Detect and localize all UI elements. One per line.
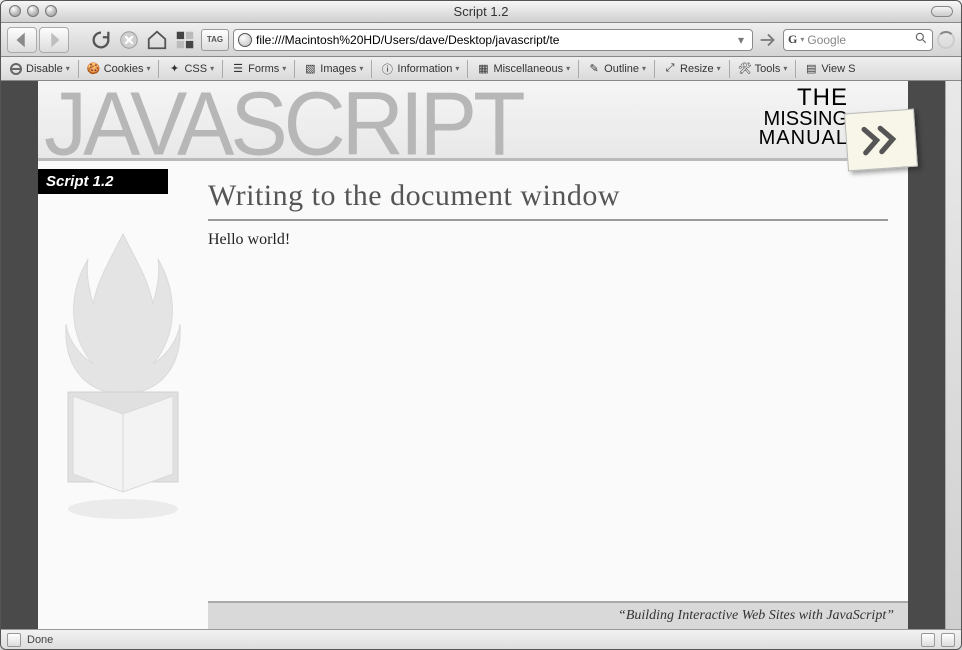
- devbar-disable[interactable]: Disable▾: [5, 58, 74, 80]
- page-viewport: JAVASCRIPT THE MISSING MANUAL: [1, 81, 945, 629]
- tiles-icon[interactable]: [173, 28, 197, 52]
- back-button[interactable]: [7, 27, 37, 53]
- forms-icon: ☰: [231, 62, 245, 76]
- footer-text: “Building Interactive Web Sites with Jav…: [618, 608, 894, 624]
- status-right-icon-1[interactable]: [921, 633, 935, 647]
- page-banner: JAVASCRIPT THE MISSING MANUAL: [38, 81, 908, 161]
- forward-button[interactable]: [39, 27, 69, 53]
- misc-icon: ▦: [476, 62, 490, 76]
- devbar-miscellaneous[interactable]: ▦ Miscellaneous▾: [472, 58, 574, 80]
- search-bar[interactable]: G ▾ Google: [783, 29, 933, 51]
- search-placeholder: Google: [807, 33, 846, 47]
- stop-button[interactable]: [117, 28, 141, 52]
- page-body-text: Hello world!: [208, 231, 888, 249]
- search-icon[interactable]: [914, 31, 928, 48]
- home-button[interactable]: [145, 28, 169, 52]
- devbar-cookies[interactable]: 🍪 Cookies▾: [83, 58, 155, 80]
- cookies-icon: 🍪: [87, 62, 101, 76]
- devbar-outline[interactable]: ✎ Outline▾: [583, 58, 650, 80]
- google-g-icon: G: [788, 32, 797, 47]
- view-source-icon: ▤: [804, 62, 818, 76]
- traffic-lights: [9, 5, 57, 17]
- window-titlebar: Script 1.2: [1, 1, 961, 23]
- tag-button[interactable]: TAG: [201, 29, 229, 51]
- devbar-resize[interactable]: ⤢ Resize▾: [659, 58, 725, 80]
- reload-button[interactable]: [89, 28, 113, 52]
- devbar-tools[interactable]: 🛠 Tools▾: [734, 58, 792, 80]
- main-column: Writing to the document window Hello wor…: [208, 161, 908, 601]
- info-icon: ⓘ: [380, 62, 394, 76]
- images-icon: ▧: [303, 62, 317, 76]
- outline-icon: ✎: [587, 62, 601, 76]
- page-heading: Writing to the document window: [208, 179, 888, 221]
- globe-icon: [238, 33, 252, 47]
- devbar-css[interactable]: ✦ CSS▾: [163, 58, 218, 80]
- nav-buttons: [7, 27, 69, 53]
- minimize-dot[interactable]: [27, 5, 39, 17]
- resize-icon: ⤢: [663, 62, 677, 76]
- css-icon: ✦: [167, 62, 181, 76]
- status-bar: Done: [1, 629, 961, 649]
- go-button[interactable]: [757, 29, 779, 51]
- left-sidebar: Script 1.2: [38, 161, 208, 601]
- page-footer: “Building Interactive Web Sites with Jav…: [208, 601, 908, 629]
- book-fire-illustration: [38, 224, 208, 527]
- tools-icon: 🛠: [738, 62, 752, 76]
- search-engine-dropdown-icon[interactable]: ▾: [800, 35, 804, 44]
- url-text: file:///Macintosh%20HD/Users/dave/Deskto…: [256, 33, 730, 47]
- sticky-note-button[interactable]: [844, 109, 918, 172]
- page-content: JAVASCRIPT THE MISSING MANUAL: [38, 81, 908, 629]
- url-bar[interactable]: file:///Macintosh%20HD/Users/dave/Deskto…: [233, 29, 753, 51]
- close-dot[interactable]: [9, 5, 21, 17]
- status-text: Done: [27, 634, 53, 646]
- missing-manual-label: THE MISSING MANUAL: [759, 87, 848, 148]
- vertical-scrollbar[interactable]: [945, 81, 961, 629]
- banner-wordmark: JAVASCRIPT: [38, 89, 522, 159]
- window-title: Script 1.2: [1, 4, 961, 19]
- status-left-icon[interactable]: [7, 633, 21, 647]
- browser-toolbar: TAG file:///Macintosh%20HD/Users/dave/De…: [1, 23, 961, 57]
- url-dropdown-icon[interactable]: ▾: [734, 33, 748, 47]
- disable-icon: [9, 62, 23, 76]
- status-right-icon-2[interactable]: [941, 633, 955, 647]
- devbar-information[interactable]: ⓘ Information▾: [376, 58, 463, 80]
- toolbar-toggle-lozenge[interactable]: [931, 6, 953, 17]
- chevron-double-right-icon: [858, 121, 904, 160]
- devbar-forms[interactable]: ☰ Forms▾: [227, 58, 290, 80]
- zoom-dot[interactable]: [45, 5, 57, 17]
- web-developer-toolbar: Disable▾ 🍪 Cookies▾ ✦ CSS▾ ☰ Forms▾ ▧ Im…: [1, 57, 961, 81]
- devbar-viewsource[interactable]: ▤ View S: [800, 58, 859, 80]
- browser-window: Script 1.2 TAG file:///Macintosh%: [0, 0, 962, 650]
- devbar-images[interactable]: ▧ Images▾: [299, 58, 367, 80]
- throbber-icon: [937, 31, 955, 49]
